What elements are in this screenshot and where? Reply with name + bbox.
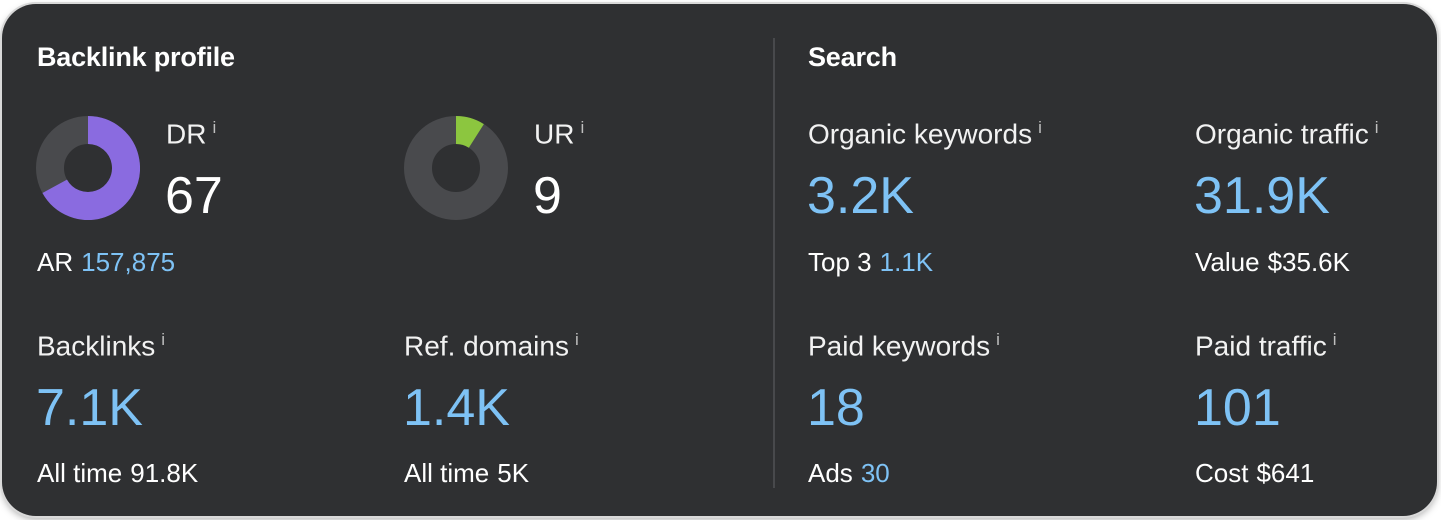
top3-value-link[interactable]: 1.1K [880, 247, 934, 277]
ref-domains-label: Ref. domains i [404, 330, 579, 362]
overview-card: Backlink profile DR i 67 AR 157,875 UR i 9 … [2, 4, 1437, 516]
paid-traffic-value-link[interactable]: 101 [1194, 382, 1281, 434]
paid-traffic-label: Paid traffic i [1195, 330, 1337, 362]
cost-row: Cost $641 [1195, 458, 1314, 489]
ref-domains-all-time-label: All time [404, 458, 490, 488]
paid-keywords-label: Paid keywords i [808, 330, 1000, 362]
organic-traffic-value-link[interactable]: 31.9K [1194, 170, 1330, 222]
dr-label: DR i [166, 118, 217, 150]
cost-label: Cost [1195, 458, 1249, 488]
ads-value-link[interactable]: 30 [861, 458, 890, 488]
organic-keywords-info-icon[interactable]: i [1038, 118, 1042, 137]
backlinks-info-icon[interactable]: i [161, 330, 165, 349]
dr-donut-chart [36, 116, 140, 220]
ads-label: Ads [808, 458, 853, 488]
ar-label: AR [37, 247, 74, 277]
top3-row: Top 3 1.1K [808, 247, 933, 278]
organic-traffic-label: Organic traffic i [1195, 118, 1379, 150]
dr-info-icon[interactable]: i [212, 118, 216, 137]
ar-row: AR 157,875 [37, 247, 175, 278]
organic-keywords-label: Organic keywords i [808, 118, 1042, 150]
ref-domains-info-icon[interactable]: i [575, 330, 579, 349]
ur-donut-chart [404, 116, 508, 220]
top3-label: Top 3 [808, 247, 872, 277]
ref-domains-value-link[interactable]: 1.4K [403, 382, 510, 434]
cost-value: $641 [1256, 458, 1315, 488]
traffic-value-label: Value [1195, 247, 1260, 277]
backlinks-value-link[interactable]: 7.1K [36, 382, 143, 434]
paid-keywords-info-icon[interactable]: i [996, 330, 1000, 349]
ur-value: 9 [533, 167, 562, 225]
backlinks-all-time-row: All time 91.8K [37, 458, 198, 489]
backlinks-all-time-value: 91.8K [130, 458, 199, 488]
ur-donut-fill [455, 116, 484, 149]
dr-value: 67 [165, 167, 223, 225]
ar-value-link[interactable]: 157,875 [81, 247, 175, 277]
paid-keywords-value-link[interactable]: 18 [807, 382, 865, 434]
paid-traffic-info-icon[interactable]: i [1333, 330, 1337, 349]
search-title: Search [808, 42, 897, 72]
organic-traffic-info-icon[interactable]: i [1375, 118, 1379, 137]
ur-label: UR i [534, 118, 585, 150]
traffic-value-row: Value $35.6K [1195, 247, 1350, 278]
ref-domains-all-time-value: 5K [497, 458, 530, 488]
backlinks-all-time-label: All time [37, 458, 123, 488]
backlinks-label: Backlinks i [37, 330, 166, 362]
ref-domains-all-time-row: All time 5K [404, 458, 529, 489]
organic-keywords-value-link[interactable]: 3.2K [807, 170, 914, 222]
traffic-value-amount: $35.6K [1267, 247, 1350, 277]
ur-info-icon[interactable]: i [580, 118, 584, 137]
section-divider [773, 38, 775, 488]
ads-row: Ads 30 [808, 458, 890, 489]
backlink-profile-title: Backlink profile [37, 42, 235, 72]
